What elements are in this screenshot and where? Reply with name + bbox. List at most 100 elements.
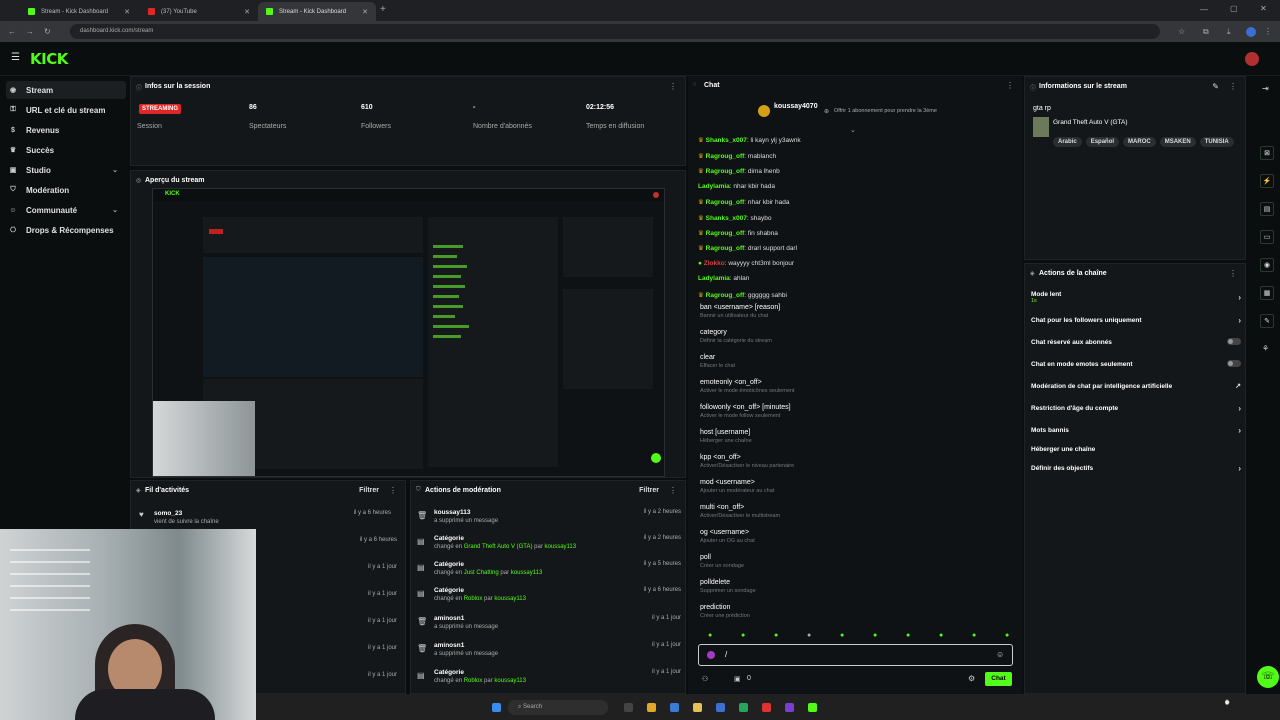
collapse-icon[interactable]: ⇥ — [1262, 84, 1269, 93]
action-ai-moderation[interactable]: Modération de chat par intelligence arti… — [1031, 383, 1241, 390]
back-icon[interactable]: ← — [8, 27, 16, 36]
emote-icon[interactable]: ● — [972, 632, 976, 639]
action-followers-only[interactable]: Chat pour les followers uniquement › — [1031, 316, 1241, 325]
command-item[interactable]: ban <username> [reason] Bannir un utilisa… — [700, 304, 780, 319]
chat-input[interactable]: / ☺ — [698, 644, 1013, 666]
reload-icon[interactable]: ↻ — [44, 27, 51, 36]
emote-icon[interactable]: ● — [906, 632, 910, 639]
browser-tab-active[interactable]: Stream - Kick Dashboard ✕ — [258, 2, 376, 21]
chrome-icon[interactable] — [647, 703, 656, 712]
chat-username[interactable]: Ragroug_off — [706, 199, 745, 206]
chat-username[interactable]: Ragroug_off — [706, 245, 745, 252]
chat-username[interactable]: Ragroug_off — [706, 153, 745, 160]
command-item[interactable]: mod <username> Ajouter un modérateur au c… — [700, 479, 774, 494]
command-item[interactable]: kpp <on_off> Activer/Désactiver le niveau… — [700, 454, 794, 469]
mod-user-link[interactable]: koussay113 — [494, 678, 526, 684]
tag[interactable]: Arabic — [1053, 137, 1082, 147]
toggle-switch[interactable] — [1227, 360, 1241, 367]
emote-icon[interactable]: ● — [807, 632, 811, 639]
mod-highlight[interactable]: Roblox — [464, 596, 483, 602]
chat-username[interactable]: Ragroug_off — [706, 168, 745, 175]
edge-icon[interactable] — [670, 703, 679, 712]
sidebar-item-studio[interactable]: ▣ Studio ⌄ — [6, 161, 126, 179]
mod-highlight[interactable]: Just Chatting — [464, 570, 499, 576]
browser-tab[interactable]: Stream - Kick Dashboard ✕ — [20, 2, 138, 21]
settings-icon[interactable]: ⚙ — [968, 674, 975, 683]
action-subscribers-only[interactable]: Chat réservé aux abonnés — [1031, 338, 1241, 346]
command-item[interactable]: prediction Créer une prédiction — [700, 604, 750, 619]
more-options-icon[interactable]: ⋮ — [1006, 81, 1014, 90]
close-tab-icon[interactable]: ✕ — [244, 8, 250, 16]
maximize-icon[interactable]: ▢ — [1230, 4, 1238, 13]
sidebar-item-communaute[interactable]: ☺ Communauté ⌄ — [6, 201, 126, 219]
action-slow-mode[interactable]: Mode lent 1s › — [1031, 291, 1241, 304]
taskbar-search[interactable]: ⌕ Search — [508, 700, 608, 715]
minimize-icon[interactable]: — — [1200, 5, 1208, 14]
emote-icon[interactable]: ● — [1005, 632, 1009, 639]
add-widget-icon[interactable]: ⚘ — [1262, 344, 1269, 353]
command-item[interactable]: category Définir la catégorie du stream — [700, 329, 772, 344]
command-item[interactable]: emoteonly <on_off> Activer le mode émotic… — [700, 379, 794, 394]
mod-user-link[interactable]: koussay113 — [511, 570, 543, 576]
action-set-goals[interactable]: Définir des objectifs › — [1031, 464, 1241, 473]
user-avatar[interactable] — [1245, 52, 1259, 66]
pinned-user[interactable]: koussay4070 — [774, 103, 818, 110]
action-host-channel[interactable]: Héberger une chaîne — [1031, 446, 1241, 453]
tag[interactable]: MSAKEN — [1159, 137, 1196, 147]
chat-send-button[interactable]: Chat — [985, 672, 1012, 686]
chat-username[interactable]: Zlokko — [704, 260, 725, 267]
download-icon[interactable]: ⤓ — [1227, 27, 1231, 37]
mod-user-link[interactable]: koussay113 — [545, 544, 577, 550]
clock[interactable]: ⌚ — [1224, 700, 1230, 706]
close-window-icon[interactable]: ✕ — [1260, 4, 1267, 13]
sidebar-item-stream[interactable]: ◉ Stream — [6, 81, 126, 99]
url-field[interactable]: dashboard.kick.com/stream — [70, 24, 1160, 39]
users-icon[interactable]: ⚇ — [702, 675, 708, 683]
command-item[interactable]: followonly <on_off> [minutes] Activer le … — [700, 404, 791, 419]
browser-menu-icon[interactable]: ⋮ — [1264, 27, 1272, 36]
command-item[interactable]: multi <on_off> Activer/Désactiver le mult… — [700, 504, 780, 519]
tag[interactable]: TUNISIA — [1199, 137, 1234, 147]
opera-icon[interactable] — [762, 703, 771, 712]
kick-app-icon[interactable] — [808, 703, 817, 712]
chat-username[interactable]: Ragroug_off — [706, 230, 745, 237]
filter-button[interactable]: Filtrer — [639, 487, 659, 494]
emote-icon[interactable]: ● — [708, 632, 712, 639]
browser-tab[interactable]: (37) YouTube ✕ — [140, 2, 258, 21]
chat-username[interactable]: Ragroug_off — [706, 292, 745, 299]
task-view-icon[interactable] — [624, 703, 633, 712]
stream-icon[interactable]: ◉ — [1260, 258, 1274, 272]
more-options-icon[interactable]: ⋮ — [389, 486, 397, 495]
wrench-icon[interactable]: ✎ — [1260, 314, 1274, 328]
new-tab-button[interactable]: + — [380, 4, 386, 15]
more-options-icon[interactable]: ⋮ — [669, 82, 677, 91]
close-tab-icon[interactable]: ✕ — [362, 8, 368, 16]
chat-username[interactable]: Ladylamia — [698, 183, 730, 190]
command-item[interactable]: og <username> Ajouter un OG au chat — [700, 529, 755, 544]
help-button[interactable]: ☏ — [1257, 666, 1279, 688]
profile-avatar[interactable] — [1246, 27, 1256, 37]
whatsapp-icon[interactable] — [739, 703, 748, 712]
mod-highlight[interactable]: Roblox — [464, 678, 483, 684]
command-item[interactable]: poll Créer un sondage — [700, 554, 744, 569]
more-options-icon[interactable]: ⋮ — [1229, 269, 1237, 278]
emote-icon[interactable]: ● — [774, 632, 778, 639]
discord-icon[interactable] — [785, 703, 794, 712]
emote-icon[interactable]: ● — [741, 632, 745, 639]
emote-icon[interactable]: ● — [939, 632, 943, 639]
action-banned-words[interactable]: Mots bannis › — [1031, 426, 1241, 435]
emoji-icon[interactable]: ☺ — [996, 650, 1004, 659]
toggle-switch[interactable] — [1227, 338, 1241, 345]
document-icon[interactable]: ▤ — [1260, 202, 1274, 216]
chat-bubble-icon[interactable]: ▭ — [1260, 230, 1274, 244]
command-item[interactable]: polldelete Supprimer un sondage — [700, 579, 756, 594]
command-item[interactable]: host [username] Héberger une chaîne — [700, 429, 752, 444]
more-options-icon[interactable]: ⋮ — [669, 486, 677, 495]
emote-icon[interactable]: ● — [873, 632, 877, 639]
chat-username[interactable]: Shanks_x007 — [706, 137, 747, 144]
stream-category[interactable]: Grand Theft Auto V (GTA) — [1053, 119, 1128, 126]
action-emotes-only[interactable]: Chat en mode emotes seulement — [1031, 360, 1241, 368]
kick-logo[interactable]: KICK — [30, 50, 68, 68]
sidebar-item-drops[interactable]: ⎔ Drops & Récompenses — [6, 221, 126, 239]
panel-toggle-icon[interactable]: ⊠ — [1260, 146, 1274, 160]
